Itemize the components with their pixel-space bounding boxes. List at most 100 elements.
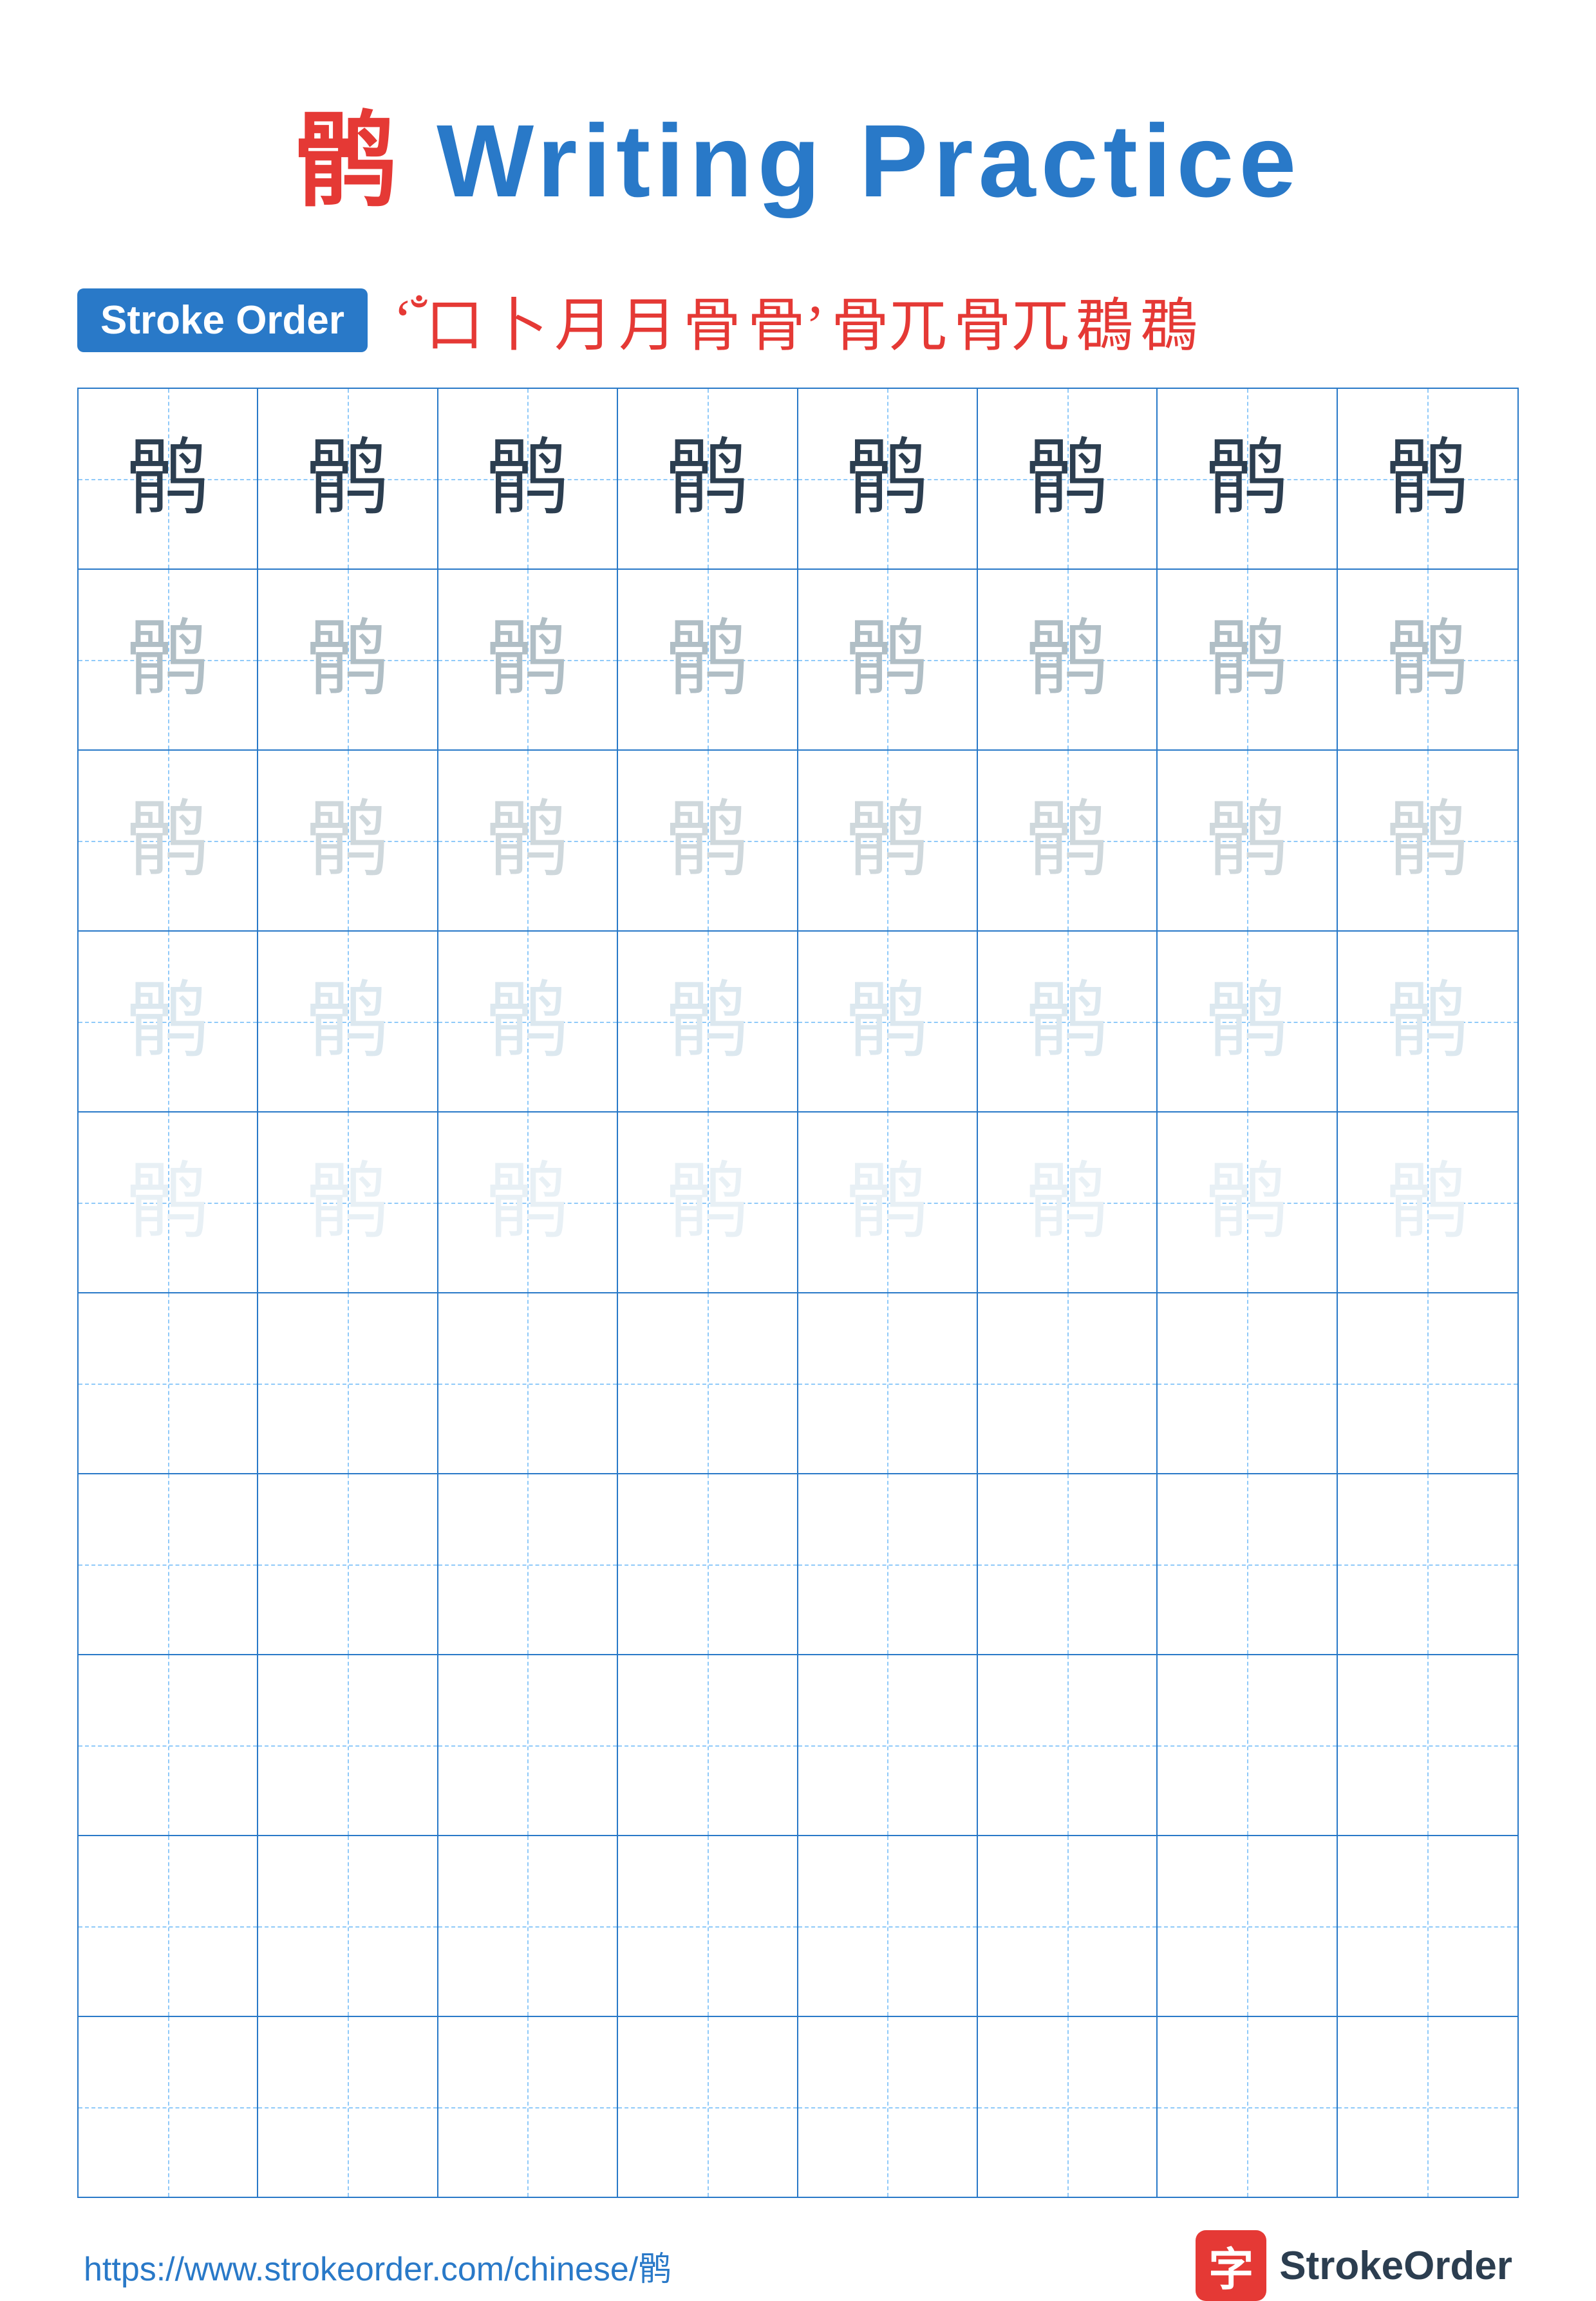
footer-url[interactable]: https://www.strokeorder.com/chinese/鹘 [84, 2242, 671, 2290]
footer-logo: 字 StrokeOrder [1196, 2230, 1512, 2301]
grid-cell: 鹘 [798, 751, 978, 930]
grid-cell: 鹘 [978, 570, 1158, 749]
grid-cell[interactable] [438, 1474, 618, 1654]
grid-cell: 鹘 [1338, 1113, 1517, 1292]
footer: https://www.strokeorder.com/chinese/鹘 字 … [77, 2230, 1519, 2301]
grid-cell: 鹘 [798, 932, 978, 1111]
grid-cell[interactable] [978, 1836, 1158, 2016]
practice-grid: 鹘 鹘 鹘 鹘 鹘 鹘 鹘 鹘 鹘 鹘 鹘 鹘 鹘 鹘 鹘 鹘 鹘 鹘 鹘 鹘 … [77, 388, 1519, 2198]
grid-cell: 鹘 [798, 570, 978, 749]
grid-row-9 [79, 1836, 1517, 2017]
grid-cell[interactable] [79, 1293, 258, 1473]
grid-cell: 鹘 [438, 1113, 618, 1292]
grid-cell[interactable] [438, 1655, 618, 1835]
grid-cell: 鹘 [618, 1113, 798, 1292]
grid-cell: 鹘 [798, 389, 978, 568]
grid-row-1: 鹘 鹘 鹘 鹘 鹘 鹘 鹘 鹘 [79, 389, 1517, 570]
logo-icon: 字 [1196, 2230, 1266, 2301]
page-title: 鹘 Writing Practice [295, 77, 1302, 227]
grid-cell: 鹘 [79, 389, 258, 568]
grid-cell[interactable] [1338, 1474, 1517, 1654]
logo-text: StrokeOrder [1279, 2243, 1512, 2289]
grid-cell[interactable] [79, 2017, 258, 2197]
grid-cell[interactable] [978, 1655, 1158, 1835]
page: 鹘 Writing Practice Stroke Order ‘ ̐ 口 卜 … [0, 0, 1596, 2259]
grid-cell: 鹘 [79, 1113, 258, 1292]
grid-cell[interactable] [798, 2017, 978, 2197]
grid-cell[interactable] [258, 1474, 438, 1654]
grid-cell[interactable] [1158, 1474, 1337, 1654]
grid-cell: 鹘 [258, 389, 438, 568]
grid-cell: 鹘 [1158, 389, 1337, 568]
grid-cell[interactable] [1158, 1655, 1337, 1835]
grid-cell: 鹘 [258, 932, 438, 1111]
grid-cell[interactable] [258, 1655, 438, 1835]
grid-cell: 鹘 [438, 932, 618, 1111]
grid-cell[interactable] [618, 1474, 798, 1654]
grid-cell[interactable] [1338, 2017, 1517, 2197]
grid-cell[interactable] [438, 1836, 618, 2016]
grid-cell[interactable] [1158, 1836, 1337, 2016]
stroke-order-row: Stroke Order ‘ ̐ 口 卜 月 月 骨 骨’ 骨兀 骨兀 鵘 鵘 [77, 278, 1519, 362]
grid-cell[interactable] [79, 1836, 258, 2016]
grid-cell: 鹘 [258, 570, 438, 749]
grid-cell: 鹘 [1158, 1113, 1337, 1292]
grid-cell: 鹘 [1338, 751, 1517, 930]
grid-cell: 鹘 [978, 932, 1158, 1111]
grid-row-7 [79, 1474, 1517, 1655]
grid-cell: 鹘 [1338, 389, 1517, 568]
grid-cell: 鹘 [1158, 570, 1337, 749]
grid-cell: 鹘 [79, 932, 258, 1111]
grid-row-8 [79, 1655, 1517, 1836]
grid-row-5: 鹘 鹘 鹘 鹘 鹘 鹘 鹘 鹘 [79, 1113, 1517, 1293]
grid-row-3: 鹘 鹘 鹘 鹘 鹘 鹘 鹘 鹘 [79, 751, 1517, 932]
stroke-order-chars: ‘ ̐ 口 卜 月 月 骨 骨’ 骨兀 骨兀 鵘 鵘 [393, 278, 1198, 362]
grid-cell[interactable] [1158, 1293, 1337, 1473]
grid-cell[interactable] [79, 1655, 258, 1835]
grid-cell[interactable] [798, 1474, 978, 1654]
grid-cell[interactable] [978, 2017, 1158, 2197]
grid-row-4: 鹘 鹘 鹘 鹘 鹘 鹘 鹘 鹘 [79, 932, 1517, 1113]
grid-row-2: 鹘 鹘 鹘 鹘 鹘 鹘 鹘 鹘 [79, 570, 1517, 751]
grid-cell: 鹘 [618, 570, 798, 749]
grid-cell[interactable] [618, 1836, 798, 2016]
grid-cell: 鹘 [79, 751, 258, 930]
grid-cell[interactable] [798, 1655, 978, 1835]
grid-cell: 鹘 [1338, 570, 1517, 749]
grid-cell[interactable] [978, 1474, 1158, 1654]
grid-cell: 鹘 [618, 389, 798, 568]
grid-cell[interactable] [798, 1293, 978, 1473]
grid-cell[interactable] [798, 1836, 978, 2016]
grid-cell[interactable] [1158, 2017, 1337, 2197]
grid-cell: 鹘 [1158, 932, 1337, 1111]
grid-cell: 鹘 [978, 751, 1158, 930]
chinese-char: 鹘 [295, 104, 403, 219]
grid-cell: 鹘 [618, 751, 798, 930]
grid-cell: 鹘 [978, 389, 1158, 568]
grid-cell[interactable] [618, 1655, 798, 1835]
grid-cell: 鹘 [79, 570, 258, 749]
grid-cell[interactable] [618, 2017, 798, 2197]
grid-cell: 鹘 [438, 570, 618, 749]
grid-cell: 鹘 [1338, 932, 1517, 1111]
grid-cell[interactable] [1338, 1836, 1517, 2016]
stroke-order-label: Stroke Order [77, 288, 368, 352]
grid-cell: 鹘 [258, 1113, 438, 1292]
grid-cell[interactable] [79, 1474, 258, 1654]
grid-cell[interactable] [618, 1293, 798, 1473]
grid-cell[interactable] [1338, 1293, 1517, 1473]
grid-cell[interactable] [1338, 1655, 1517, 1835]
grid-cell[interactable] [438, 2017, 618, 2197]
grid-cell: 鹘 [1158, 751, 1337, 930]
grid-row-10 [79, 2017, 1517, 2197]
grid-cell: 鹘 [438, 389, 618, 568]
grid-cell[interactable] [438, 1293, 618, 1473]
grid-cell: 鹘 [258, 751, 438, 930]
grid-cell: 鹘 [978, 1113, 1158, 1292]
grid-cell[interactable] [258, 1293, 438, 1473]
grid-row-6 [79, 1293, 1517, 1474]
grid-cell[interactable] [258, 2017, 438, 2197]
grid-cell[interactable] [258, 1836, 438, 2016]
grid-cell[interactable] [978, 1293, 1158, 1473]
grid-cell: 鹘 [798, 1113, 978, 1292]
